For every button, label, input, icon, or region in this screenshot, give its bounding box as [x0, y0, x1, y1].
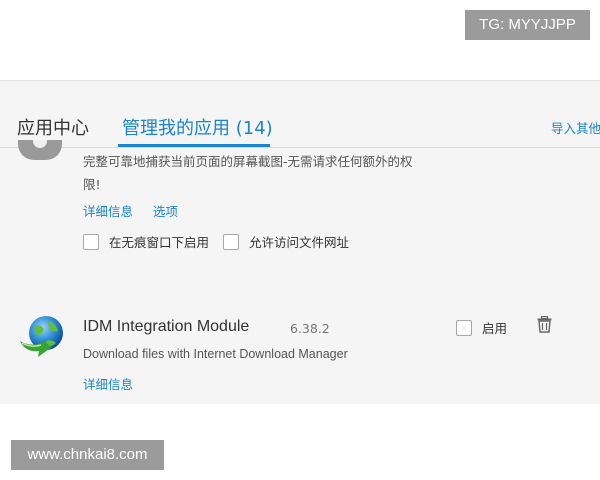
file-access-checkbox-row[interactable]: 允许访问文件网址	[223, 232, 349, 251]
extension-description: Download files with Internet Download Ma…	[83, 347, 348, 361]
incognito-checkbox[interactable]	[83, 233, 99, 250]
file-access-checkbox[interactable]	[223, 233, 239, 250]
extension-name: IDM Integration Module	[83, 318, 250, 335]
enable-checkbox[interactable]	[456, 319, 472, 336]
tabs-bar: 应用中心 管理我的应用 (14) 导入其他	[0, 81, 600, 148]
idm-globe-icon	[20, 316, 63, 357]
incognito-checkbox-row[interactable]: 在无痕窗口下启用	[83, 232, 209, 251]
extension-version: 6.38.2	[290, 321, 330, 336]
details-link[interactable]: 详细信息	[83, 374, 133, 393]
tab-manage-my-apps[interactable]: 管理我的应用 (14)	[122, 114, 273, 140]
extensions-page: 应用中心 管理我的应用 (14) 导入其他 完整可靠地捕获当前页面的屏幕截图-无…	[0, 80, 600, 404]
file-access-checkbox-label: 允许访问文件网址	[249, 235, 350, 250]
options-link[interactable]: 选项	[153, 201, 178, 220]
extension-description: 完整可靠地捕获当前页面的屏幕截图-无需请求任何额外的权限!	[83, 154, 413, 192]
import-other-link[interactable]: 导入其他	[551, 118, 600, 137]
site-watermark: www.chnkai8.com	[11, 440, 164, 470]
tg-watermark-badge: TG: MYYJJPP	[465, 10, 590, 40]
incognito-checkbox-label: 在无痕窗口下启用	[109, 235, 210, 250]
enable-checkbox-label: 启用	[482, 321, 508, 336]
active-tab-indicator	[118, 144, 270, 147]
tab-app-center[interactable]: 应用中心	[17, 114, 89, 140]
details-link[interactable]: 详细信息	[83, 201, 133, 220]
trash-icon[interactable]	[537, 316, 552, 333]
screenshot-extension-icon	[18, 140, 62, 160]
enable-checkbox-row[interactable]: 启用	[456, 318, 507, 337]
